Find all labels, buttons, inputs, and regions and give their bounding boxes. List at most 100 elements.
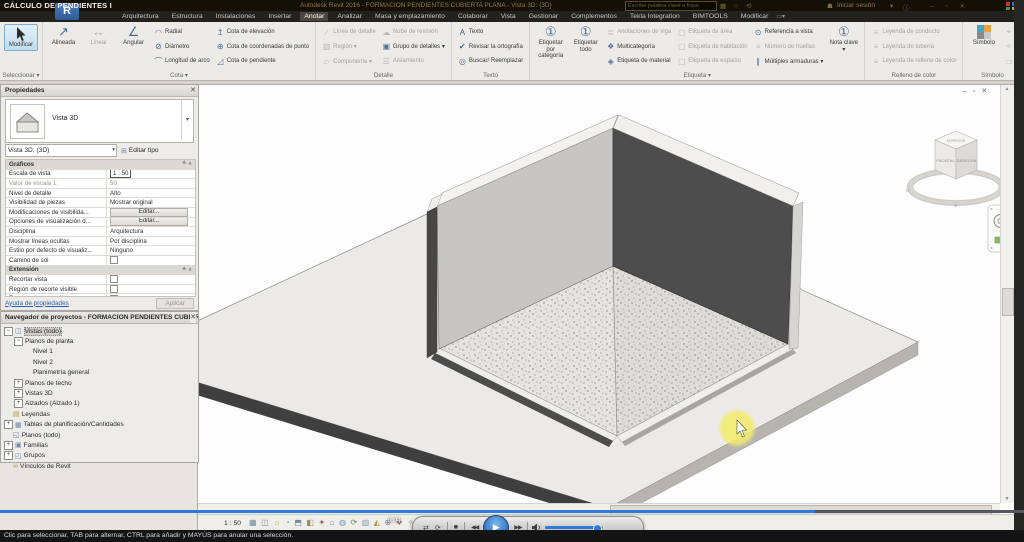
anotaciones-de-viga-button[interactable]: ≣Anotaciones de viga	[604, 25, 673, 40]
tab-modificar[interactable]: Modificar	[737, 12, 773, 21]
vertical-scroll-thumb[interactable]	[1002, 288, 1014, 316]
etiquetar-por-categor-a-button[interactable]: ①Etiquetar por categoría	[534, 24, 567, 60]
tab-vista[interactable]: Vista	[497, 12, 520, 21]
checkbox[interactable]	[110, 285, 118, 293]
exchange-icon[interactable]: ▦	[720, 2, 726, 10]
help-search-input[interactable]: Escribe palabra clave o frase	[625, 1, 717, 11]
property-value[interactable]	[106, 285, 195, 294]
item-button[interactable]: ⌖	[1002, 25, 1014, 40]
browser-header[interactable]: Navegador de proyectos - FORMACION PENDI…	[1, 312, 198, 324]
etiqueta-de-rea-button[interactable]: ▢Etiqueta de área	[675, 25, 749, 40]
aislamiento-button[interactable]: ☰Aislamiento	[380, 54, 447, 69]
tab-estructura[interactable]: Estructura	[168, 12, 207, 21]
tree-expander-icon[interactable]: −	[14, 337, 23, 346]
view-scale-label[interactable]: 1 : 50	[224, 520, 241, 527]
tab-bimtools[interactable]: BIMTOOLS	[689, 12, 732, 21]
info-icon[interactable]: ⓘ	[903, 2, 910, 12]
close-icon[interactable]: ✕	[190, 312, 196, 323]
tree-item-leyendas[interactable]: ▤Leyendas	[4, 409, 198, 419]
tab-analizar[interactable]: Analizar	[333, 12, 366, 21]
edit-type-button[interactable]: ⊞ Editar tipo	[121, 147, 159, 155]
signin-label[interactable]: Iniciar sesión	[837, 2, 875, 9]
angular-button[interactable]: ∠Angular	[117, 24, 150, 47]
leyenda-de-conducto-button[interactable]: ≡Leyenda de conducto	[869, 25, 958, 40]
panel-label-etiqueta[interactable]: Etiqueta ▾	[530, 72, 864, 79]
view-filter-select[interactable]: Vista 3D: (3D) ▾	[5, 144, 117, 157]
section-pin-icon[interactable]: ≙ ∧	[182, 267, 195, 273]
tree-item-tablas-de-planificaci-n-cantidades[interactable]: +▦Tablas de planificación/Cantidades	[4, 420, 198, 430]
tab-tekla-integration[interactable]: Tekla Integration	[626, 12, 684, 21]
tab-insertar[interactable]: Insertar	[264, 12, 295, 21]
volume-slider[interactable]	[545, 526, 603, 529]
tab-complementos[interactable]: Complementos	[567, 12, 621, 21]
panel-label-s-mbolo[interactable]: Símbolo	[963, 72, 1014, 79]
vertical-scrollbar[interactable]: ▲ ▼	[1000, 85, 1014, 503]
property-value[interactable]: Editar...	[106, 208, 195, 217]
tab-gestionar[interactable]: Gestionar	[525, 12, 562, 21]
texto-button[interactable]: ATexto	[456, 25, 525, 40]
viewbar-icon-2[interactable]: ☼	[273, 519, 280, 527]
etiqueta-de-habitaci-n-button[interactable]: ▢Etiqueta de habitación	[675, 40, 749, 55]
buscar-reemplazar-button[interactable]: ◎Buscar/ Reemplazar	[456, 54, 525, 69]
tree-expander-icon[interactable]: +	[14, 379, 23, 388]
panel-label-seleccionar[interactable]: Seleccionar ▾	[0, 72, 42, 79]
tree-item-planimetr-a-general[interactable]: Planimetría general	[4, 368, 198, 378]
leyenda-de-relleno-de-color-button[interactable]: ≡Leyenda de relleno de color	[869, 54, 958, 69]
drawing-area[interactable]	[197, 84, 1015, 531]
scroll-down-icon[interactable]: ▼	[1001, 496, 1013, 502]
type-dropdown-icon[interactable]: ▾	[181, 100, 193, 140]
checkbox[interactable]	[110, 256, 118, 264]
tree-item-planos-de-planta[interactable]: −Planos de planta	[4, 336, 198, 346]
radial-button[interactable]: ◠Radial	[152, 25, 212, 40]
tab-colaborar[interactable]: Colaborar	[454, 12, 492, 21]
revisar-la-ortograf-a-button[interactable]: ✔Revisar la ortografía	[456, 40, 525, 55]
apply-button[interactable]: Aplicar	[156, 298, 194, 309]
componente-button[interactable]: ▱Componente ▾	[320, 54, 378, 69]
checkbox[interactable]	[110, 275, 118, 283]
panel-label-detalle[interactable]: Detalle	[316, 72, 451, 79]
tree-item-v-nculos-de-revit[interactable]: ∞Vínculos de Revit	[4, 461, 198, 471]
properties-header[interactable]: Propiedades ✕	[1, 85, 198, 97]
tree-item-nivel-2[interactable]: Nivel 2	[4, 357, 198, 367]
section-pin-icon[interactable]: ≙ ∧	[182, 161, 195, 167]
property-value[interactable]: Alto	[106, 189, 195, 198]
viewbar-icon-1[interactable]: ◫	[261, 519, 269, 527]
cota-de-coordenadas-de-punto-button[interactable]: ⊕Cota de coordenadas de punto	[214, 40, 311, 55]
viewbar-icon-6[interactable]: ✦	[318, 519, 325, 527]
tree-item-planos-de-techo[interactable]: +Planos de techo	[4, 378, 198, 388]
view-window-buttons[interactable]: –▫✕	[963, 87, 993, 95]
panel-label-relleno-de-color[interactable]: Relleno de color	[865, 72, 962, 79]
video-progress-bar[interactable]	[0, 510, 819, 513]
tab-anotar[interactable]: Anotar	[300, 12, 328, 21]
type-selector[interactable]: Vista 3D ▾	[5, 99, 194, 143]
viewbar-icon-7[interactable]: ⌂	[330, 519, 335, 527]
tree-item-vistas-3d[interactable]: +Vistas 3D	[4, 388, 198, 398]
referencia-a-vista-button[interactable]: ⊙Referencia a vista	[752, 25, 826, 40]
property-value[interactable]: 1 : 50	[106, 170, 195, 179]
tree-item-planos-todo[interactable]: ◱Planos (todo)	[4, 430, 198, 440]
edit-button[interactable]: Editar...	[110, 208, 188, 217]
viewbar-icon-3[interactable]: ◔	[285, 519, 290, 527]
viewbar-icon-9[interactable]: ⟳	[350, 519, 357, 527]
tree-item-nivel-1[interactable]: Nivel 1	[4, 347, 198, 357]
tab-instalaciones[interactable]: Instalaciones	[212, 12, 260, 21]
s-mbolo-button[interactable]: Símbolo	[967, 24, 1000, 47]
viewbar-icon-10[interactable]: ▧	[362, 519, 370, 527]
viewbar-icon-0[interactable]: ▦	[249, 519, 257, 527]
alineada-button[interactable]: ↗Alineada	[47, 24, 80, 47]
property-value[interactable]	[106, 275, 195, 284]
tree-item-vistas-todo[interactable]: −◫Vistas (todo)	[4, 326, 198, 336]
properties-help-link[interactable]: Ayuda de propiedades	[5, 300, 69, 307]
viewbar-icon-5[interactable]: ◧	[306, 519, 314, 527]
video-progress-remainder[interactable]	[815, 510, 1024, 513]
ribbon-collapse-icon[interactable]: ▭▾	[772, 13, 785, 20]
property-value[interactable]: Editar...	[106, 218, 195, 227]
panel-label-cota[interactable]: Cota ▾	[43, 72, 315, 79]
n-mero-de-huellas-button[interactable]: ≡Número de huellas	[752, 40, 826, 55]
tab-arquitectura[interactable]: Arquitectura	[118, 12, 163, 21]
lineal-button[interactable]: ↔Lineal	[82, 24, 115, 47]
grupo-de-detalles-button[interactable]: ▣Grupo de detalles ▾	[380, 40, 447, 55]
multicategor-a-button[interactable]: ❖Multicategoría	[604, 40, 673, 55]
scroll-up-icon[interactable]: ▲	[1001, 86, 1013, 92]
modificar-button[interactable]: Modificar	[4, 24, 38, 51]
